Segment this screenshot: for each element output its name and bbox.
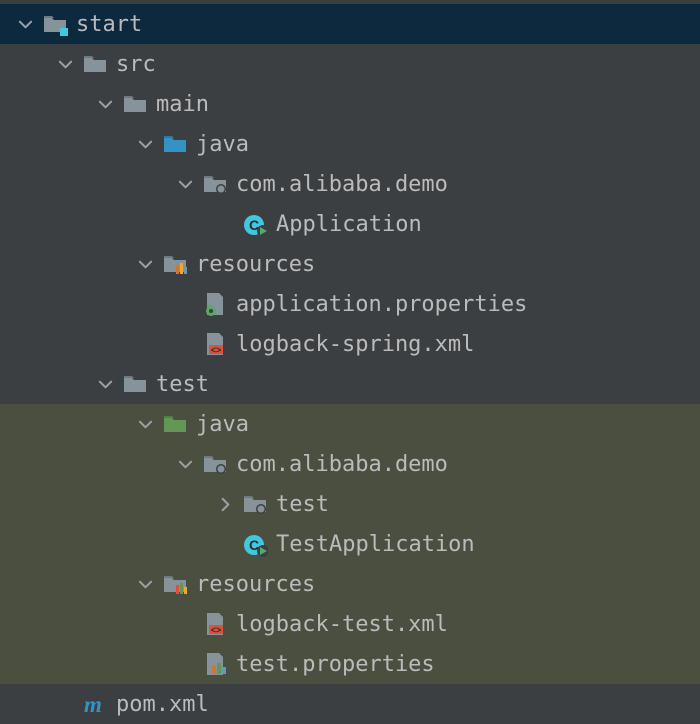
chevron-down-icon[interactable]: [134, 573, 156, 595]
chevron-down-icon[interactable]: [94, 373, 116, 395]
package-test-test[interactable]: test: [0, 484, 700, 524]
properties-file-icon: [202, 291, 228, 317]
package-main[interactable]: com.alibaba.demo: [0, 164, 700, 204]
module-folder-icon: [42, 11, 68, 37]
resources-folder-icon: [162, 251, 188, 277]
chevron-right-icon[interactable]: [214, 493, 236, 515]
runnable-class-icon: [242, 211, 268, 237]
file-logback-spring[interactable]: logback-spring.xml: [0, 324, 700, 364]
folder-main-resources[interactable]: resources: [0, 244, 700, 284]
tree-label: logback-spring.xml: [236, 332, 474, 357]
project-tree[interactable]: start src main java com.alibaba.demo App…: [0, 0, 700, 724]
tree-label: test.properties: [236, 652, 435, 677]
test-source-folder-icon: [162, 411, 188, 437]
file-pom-xml[interactable]: pom.xml: [0, 684, 700, 724]
file-application-class[interactable]: Application: [0, 204, 700, 244]
chevron-down-icon[interactable]: [54, 53, 76, 75]
maven-icon: [82, 691, 108, 717]
folder-icon: [122, 371, 148, 397]
folder-main-java[interactable]: java: [0, 124, 700, 164]
tree-label: logback-test.xml: [236, 612, 448, 637]
package-icon: [242, 491, 268, 517]
folder-test-java[interactable]: java: [0, 404, 700, 444]
file-test-application-class[interactable]: TestApplication: [0, 524, 700, 564]
folder-main[interactable]: main: [0, 84, 700, 124]
folder-icon: [122, 91, 148, 117]
tree-label: Application: [276, 212, 422, 237]
source-folder-icon: [162, 131, 188, 157]
folder-src[interactable]: src: [0, 44, 700, 84]
tree-label: main: [156, 92, 209, 117]
folder-icon: [82, 51, 108, 77]
tree-label: java: [196, 132, 249, 157]
tree-label: pom.xml: [116, 692, 209, 717]
file-test-properties[interactable]: test.properties: [0, 644, 700, 684]
tree-label: test: [156, 372, 209, 397]
test-resources-folder-icon: [162, 571, 188, 597]
tree-label: java: [196, 412, 249, 437]
xml-file-icon: [202, 611, 228, 637]
package-icon: [202, 171, 228, 197]
package-test[interactable]: com.alibaba.demo: [0, 444, 700, 484]
chevron-down-icon[interactable]: [174, 173, 196, 195]
chevron-down-icon[interactable]: [134, 253, 156, 275]
tree-label: com.alibaba.demo: [236, 452, 448, 477]
tree-label: start: [76, 12, 142, 37]
tree-label: com.alibaba.demo: [236, 172, 448, 197]
chevron-down-icon[interactable]: [174, 453, 196, 475]
package-icon: [202, 451, 228, 477]
tree-label: src: [116, 52, 156, 77]
tree-label: application.properties: [236, 292, 527, 317]
folder-test[interactable]: test: [0, 364, 700, 404]
chevron-down-icon[interactable]: [14, 13, 36, 35]
chevron-down-icon[interactable]: [134, 133, 156, 155]
chevron-down-icon[interactable]: [94, 93, 116, 115]
tree-label: resources: [196, 572, 315, 597]
xml-file-icon: [202, 331, 228, 357]
runnable-class-icon: [242, 531, 268, 557]
chevron-down-icon[interactable]: [134, 413, 156, 435]
file-logback-test[interactable]: logback-test.xml: [0, 604, 700, 644]
tree-label: resources: [196, 252, 315, 277]
tree-label: test: [276, 492, 329, 517]
tree-label: TestApplication: [276, 532, 475, 557]
folder-test-resources[interactable]: resources: [0, 564, 700, 604]
project-root[interactable]: start: [0, 4, 700, 44]
file-application-properties[interactable]: application.properties: [0, 284, 700, 324]
properties-file-icon: [202, 651, 228, 677]
